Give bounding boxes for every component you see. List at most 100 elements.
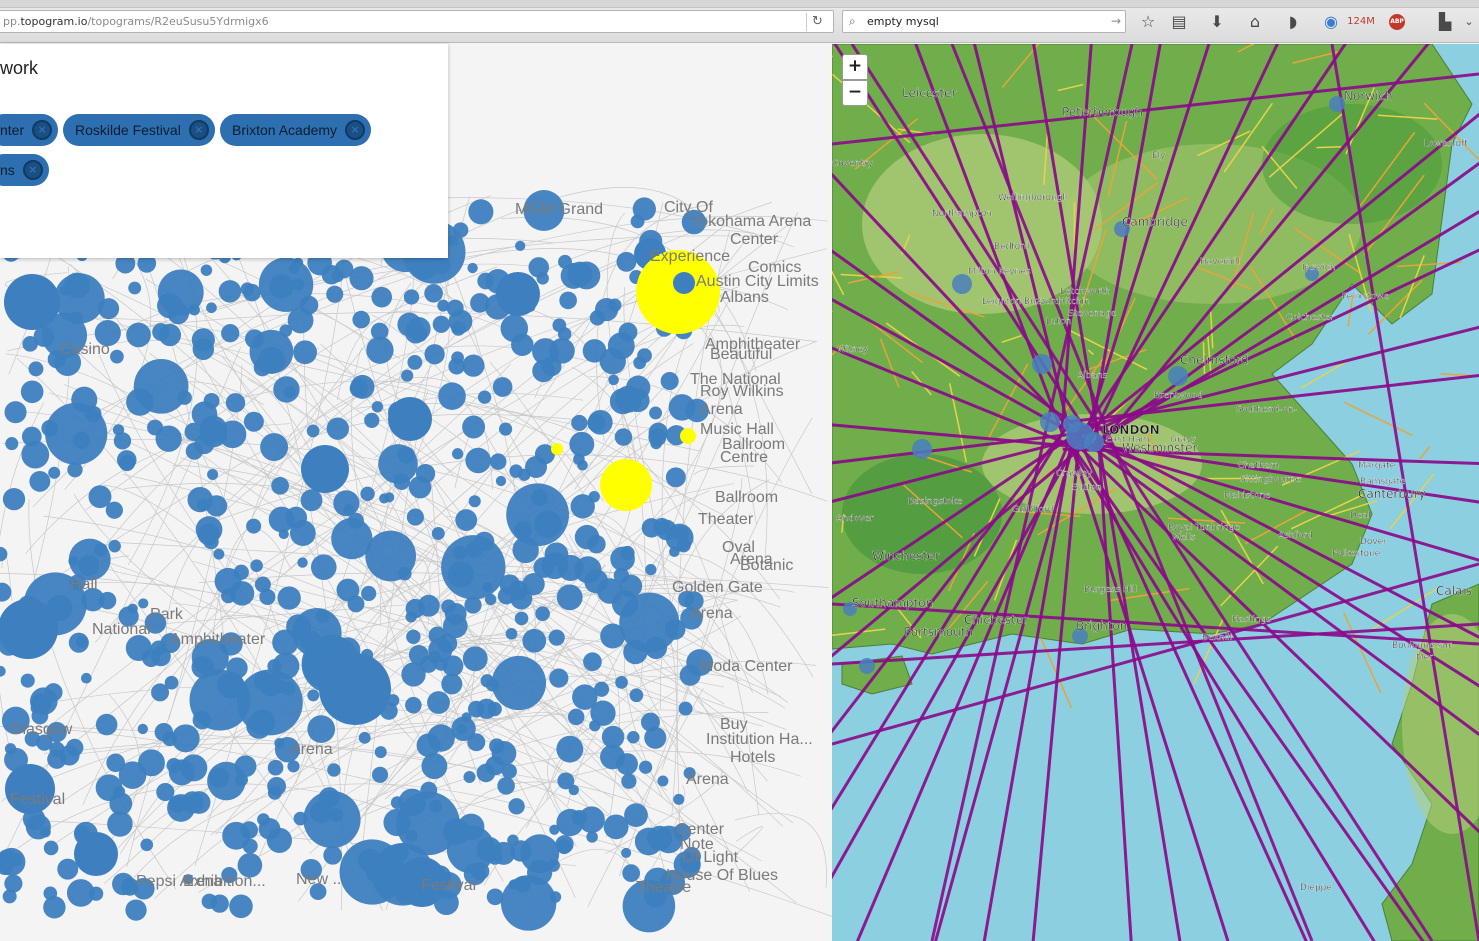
graph-node[interactable]	[508, 798, 525, 815]
graph-node[interactable]	[47, 749, 67, 769]
graph-node[interactable]	[384, 492, 395, 503]
venue-marker[interactable]	[1168, 366, 1188, 386]
graph-node[interactable]	[106, 753, 125, 773]
graph-node[interactable]	[197, 523, 220, 546]
graph-node[interactable]	[323, 845, 343, 865]
graph-node[interactable]	[246, 518, 262, 534]
graph-node[interactable]	[431, 526, 445, 540]
graph-node[interactable]	[2, 488, 26, 511]
graph-node[interactable]	[250, 559, 263, 572]
graph-node[interactable]	[307, 689, 320, 702]
graph-node[interactable]	[678, 701, 693, 716]
graph-node[interactable]	[455, 509, 478, 531]
graph-node[interactable]	[171, 724, 200, 753]
graph-node[interactable]	[293, 811, 308, 826]
graph-node[interactable]	[258, 817, 281, 840]
graph-node[interactable]	[208, 767, 230, 788]
graph-node[interactable]	[213, 548, 225, 560]
graph-node[interactable]	[4, 401, 27, 424]
graph-node[interactable]	[142, 648, 161, 668]
graph-node[interactable]	[64, 272, 90, 299]
graph-node[interactable]	[477, 390, 492, 404]
graph-node[interactable]	[648, 422, 668, 442]
graph-node[interactable]	[556, 584, 583, 611]
venue-marker[interactable]	[1084, 432, 1104, 452]
graph-node[interactable]	[406, 508, 424, 526]
graph-node[interactable]	[407, 354, 423, 370]
graph-node[interactable]	[621, 773, 637, 789]
graph-node[interactable]	[600, 623, 626, 649]
graph-node[interactable]	[4, 274, 60, 330]
graph-node[interactable]	[108, 539, 121, 553]
highlighted-node[interactable]	[680, 428, 696, 444]
graph-node[interactable]	[552, 318, 567, 333]
graph-node[interactable]	[306, 424, 320, 438]
graph-node[interactable]	[424, 283, 443, 303]
graph-node[interactable]	[267, 659, 282, 674]
graph-node[interactable]	[155, 425, 182, 452]
graph-node[interactable]	[110, 349, 124, 364]
graph-node[interactable]	[522, 628, 547, 653]
graph-node[interactable]	[107, 811, 133, 837]
graph-node[interactable]	[669, 546, 680, 558]
graph-node[interactable]	[225, 393, 246, 413]
graph-node[interactable]	[166, 757, 182, 773]
graph-node[interactable]	[577, 459, 588, 471]
graph-node[interactable]	[287, 307, 314, 334]
graph-node[interactable]	[0, 582, 12, 602]
graph-node[interactable]	[240, 282, 255, 296]
graph-node[interactable]	[371, 401, 384, 413]
graph-node[interactable]	[206, 302, 217, 314]
graph-node[interactable]	[615, 676, 628, 689]
graph-node[interactable]	[497, 777, 515, 795]
graph-node[interactable]	[287, 760, 300, 773]
graph-node[interactable]	[43, 840, 59, 856]
graph-node[interactable]	[536, 272, 549, 285]
graph-node[interactable]	[668, 394, 696, 421]
graph-node[interactable]	[421, 753, 448, 780]
graph-node[interactable]	[310, 800, 333, 824]
graph-node[interactable]	[200, 264, 213, 276]
graph-node[interactable]	[28, 361, 44, 377]
graph-node[interactable]	[95, 713, 118, 736]
graph-node[interactable]	[506, 483, 570, 547]
graph-node[interactable]	[397, 312, 422, 337]
graph-node[interactable]	[626, 375, 651, 400]
chip-remove-icon[interactable]: ×	[22, 160, 43, 180]
graph-node[interactable]	[664, 619, 686, 640]
graph-node[interactable]	[627, 731, 640, 744]
graph-node[interactable]	[467, 262, 478, 274]
graph-node[interactable]	[126, 322, 151, 348]
graph-node[interactable]	[495, 475, 507, 487]
graph-node[interactable]	[331, 270, 344, 283]
graph-node[interactable]	[310, 554, 337, 580]
graph-node[interactable]	[194, 434, 215, 455]
graph-node[interactable]	[406, 629, 421, 645]
graph-node[interactable]	[505, 627, 518, 640]
graph-node[interactable]	[154, 722, 174, 742]
graph-node[interactable]	[437, 299, 450, 312]
search-input[interactable]: ⌕ empty mysql →	[842, 10, 1126, 33]
graph-node[interactable]	[485, 756, 505, 776]
graph-node[interactable]	[326, 285, 344, 303]
graph-node[interactable]	[463, 770, 476, 783]
graph-node[interactable]	[43, 896, 66, 919]
graph-node[interactable]	[508, 879, 520, 890]
highlighted-node[interactable]	[600, 459, 652, 511]
graph-node[interactable]	[300, 489, 323, 512]
venue-marker[interactable]	[1032, 354, 1052, 374]
graph-node[interactable]	[638, 760, 653, 774]
graph-node[interactable]	[352, 310, 370, 329]
graph-node[interactable]	[476, 836, 502, 863]
graph-node[interactable]	[20, 380, 44, 404]
graph-node[interactable]	[358, 731, 371, 744]
graph-node[interactable]	[25, 814, 51, 840]
graph-node[interactable]	[673, 793, 685, 805]
highlighted-node[interactable]	[551, 443, 563, 455]
graph-node[interactable]	[277, 586, 301, 610]
graph-node[interactable]	[44, 683, 63, 702]
graph-node[interactable]	[621, 847, 632, 859]
graph-node[interactable]	[549, 668, 569, 688]
graph-node[interactable]	[365, 530, 417, 582]
graph-node[interactable]	[429, 799, 443, 813]
